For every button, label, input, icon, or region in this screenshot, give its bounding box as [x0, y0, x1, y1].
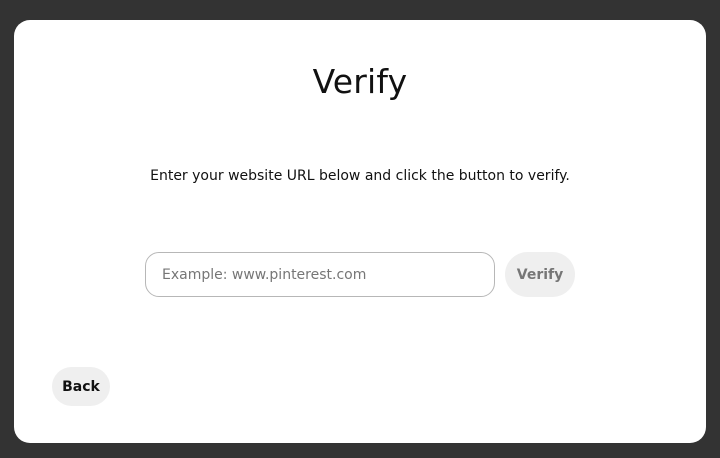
back-button[interactable]: Back	[52, 367, 110, 406]
website-url-input[interactable]	[145, 252, 495, 297]
modal-title: Verify	[312, 62, 408, 101]
verify-modal: Verify Enter your website URL below and …	[14, 20, 706, 443]
verify-button[interactable]: Verify	[505, 252, 575, 297]
modal-description: Enter your website URL below and click t…	[150, 168, 570, 184]
